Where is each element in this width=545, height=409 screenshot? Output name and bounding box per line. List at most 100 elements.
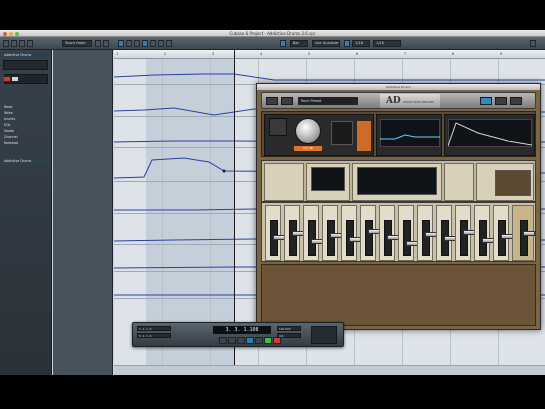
mixer-channel[interactable] — [398, 205, 418, 261]
mixer-channel[interactable] — [341, 205, 361, 261]
master-panel — [495, 170, 531, 196]
mixer-channel[interactable] — [474, 205, 494, 261]
plugin-view-toggle[interactable] — [480, 97, 492, 105]
go-to-start-icon[interactable] — [219, 337, 227, 344]
envelope-graph — [448, 122, 532, 147]
object-selection-tool-icon[interactable] — [118, 40, 124, 47]
mixer-channel[interactable] — [417, 205, 437, 261]
knob-value-display: 0.0 dB — [294, 146, 322, 151]
record-enable-icon[interactable] — [4, 77, 10, 81]
plugin-save-button[interactable] — [281, 97, 293, 105]
fader-cap[interactable] — [523, 231, 535, 236]
snap-on-off-icon[interactable] — [280, 40, 286, 47]
quantize-preset-select[interactable]: 1/16 — [352, 40, 370, 47]
plugin-menu-button[interactable] — [266, 97, 278, 105]
mixer-channel[interactable] — [455, 205, 475, 261]
zoom-tool-icon[interactable] — [158, 40, 164, 47]
preset-display[interactable]: Rock Preset — [298, 97, 358, 105]
fader-track — [327, 220, 342, 256]
fader-track — [289, 220, 304, 256]
mute-tool-icon[interactable] — [166, 40, 172, 47]
zoom-button[interactable] — [15, 31, 19, 36]
record-icon[interactable] — [273, 337, 281, 344]
instrument-thumb[interactable] — [269, 118, 287, 136]
snap-to-zero-icon[interactable] — [344, 40, 350, 47]
tempo-display[interactable]: 120.000 — [277, 326, 301, 331]
monitor-icon[interactable] — [12, 77, 18, 81]
time-display[interactable]: 3. 3. 1.108 — [213, 326, 271, 334]
volume-knob[interactable] — [295, 118, 321, 144]
inspector-volume-pan[interactable] — [3, 60, 48, 70]
plugin-options-button[interactable] — [495, 97, 507, 105]
rewind-icon[interactable] — [228, 337, 236, 344]
constrain-delay-icon[interactable] — [11, 40, 17, 47]
plugin-bottom-area — [261, 264, 536, 326]
mixer-channel[interactable] — [284, 205, 304, 261]
activate-project-icon[interactable] — [3, 40, 9, 47]
read-automation-icon[interactable] — [19, 40, 25, 47]
cycle-icon[interactable] — [246, 337, 254, 344]
right-locator[interactable]: 5. 1. 1. 0 — [137, 333, 171, 338]
write-automation-icon[interactable] — [27, 40, 33, 47]
window-title-bar: Cubase 6 Project - Addictive Drums 2.6.c… — [0, 30, 545, 37]
range-selection-tool-icon[interactable] — [126, 40, 132, 47]
inspector-panel: Addictive Drums Read Write Inserts EQs S… — [0, 50, 52, 375]
fast-forward-icon[interactable] — [237, 337, 245, 344]
eq-graph — [380, 134, 440, 140]
fx-module-eq[interactable] — [306, 163, 350, 201]
fader-track — [270, 220, 285, 256]
inspector-input-output — [4, 74, 48, 84]
grid-type-select[interactable]: Bar — [290, 40, 308, 47]
fader-track — [460, 220, 475, 256]
mixer-channel[interactable] — [379, 205, 399, 261]
fader-track — [498, 220, 513, 256]
plugin-help-button[interactable] — [510, 97, 522, 105]
left-locator[interactable]: 1. 1. 1. 0 — [137, 326, 171, 331]
close-button[interactable] — [3, 31, 7, 36]
mixer-channel[interactable] — [436, 205, 456, 261]
fader-track — [520, 220, 535, 256]
mixer-channel[interactable] — [360, 205, 380, 261]
zoom-preset-select[interactable]: 1/16 — [373, 40, 401, 47]
channel-edit-box: 0.0 dB — [264, 114, 374, 156]
fader-track — [308, 220, 323, 256]
fx-module-reverb[interactable] — [444, 163, 474, 201]
mixer-channel[interactable] — [303, 205, 323, 261]
snap-type-select[interactable]: Use Quantize — [312, 40, 340, 47]
inspector-section-notepad[interactable]: Notepad — [2, 140, 49, 146]
spectrum-display — [357, 167, 437, 195]
glue-tool-icon[interactable] — [142, 40, 148, 47]
window-title: Cubase 6 Project - Addictive Drums 2.6.c… — [229, 31, 316, 36]
fx-module-master[interactable] — [476, 163, 534, 201]
fader-track — [479, 220, 494, 256]
mixer-channel[interactable] — [493, 205, 513, 261]
stop-icon[interactable] — [255, 337, 263, 344]
automation-point — [222, 169, 226, 173]
forward-icon[interactable] — [103, 40, 109, 47]
rewind-icon[interactable] — [95, 40, 101, 47]
fader-track — [346, 220, 361, 256]
fader-track — [403, 220, 418, 256]
split-tool-icon[interactable] — [134, 40, 140, 47]
screen: Cubase 6 Project - Addictive Drums 2.6.c… — [0, 30, 545, 375]
inspector-track-name[interactable]: Addictive Drums — [2, 52, 49, 58]
minimize-button[interactable] — [9, 31, 13, 36]
mixer-channel[interactable] — [265, 205, 285, 261]
plugin-window-title[interactable]: Addictive Drums — [257, 84, 540, 90]
horizontal-scrollbar[interactable] — [114, 365, 545, 375]
fx-module-compressor[interactable] — [264, 163, 304, 201]
performance-meter — [311, 326, 337, 344]
play-icon[interactable] — [264, 337, 272, 344]
fader-track — [365, 220, 380, 256]
inspector-instrument-slot[interactable]: Addictive Drums — [2, 158, 49, 164]
mixer-strip — [261, 202, 536, 262]
addictive-drums-logo: AD ADDICTIVE DRUMS — [380, 94, 440, 108]
erase-tool-icon[interactable] — [150, 40, 156, 47]
drum-sample-display — [331, 121, 353, 145]
fader-track — [384, 220, 399, 256]
color-tool-icon[interactable] — [530, 40, 536, 47]
fx-module-spectrum[interactable] — [352, 163, 442, 201]
mixer-channel[interactable] — [322, 205, 342, 261]
master-channel[interactable] — [512, 205, 535, 261]
automation-mode-select[interactable]: Touch Fader — [62, 40, 92, 47]
